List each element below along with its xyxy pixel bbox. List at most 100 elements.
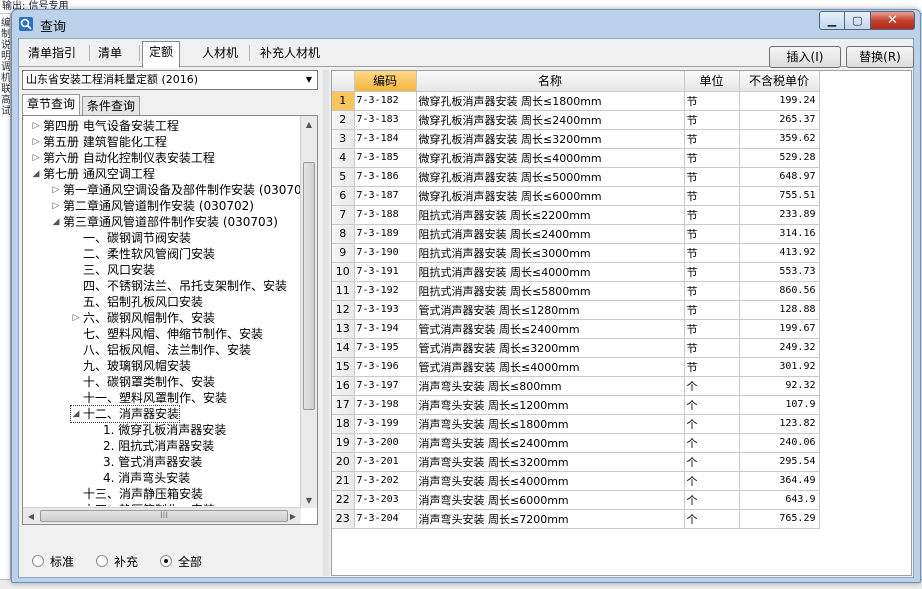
table-row[interactable]: 20 7-3-201 消声弯头安装 周长≤3200mm 个 295.54 [332,452,820,472]
tree-node[interactable]: ▷ 六、碳钢风帽制作、安装 [71,310,215,326]
tree-node[interactable]: 一、碳钢调节阀安装 [71,230,191,246]
tree-node[interactable]: 十一、塑料风罩制作、安装 [71,390,227,406]
table-row[interactable]: 2 7-3-183 微穿孔板消声器安装 周长≤2400mm 节 265.37 [332,110,820,130]
cell-name[interactable]: 微穿孔板消声器安装 周长≤3200mm [416,129,685,149]
table-row[interactable]: 14 7-3-195 管式消声器安装 周长≤3200mm 节 249.32 [332,338,820,358]
expand-toggle-icon[interactable]: ▷ [31,118,41,134]
scroll-down-arrow-icon[interactable]: ▼ [301,492,317,508]
tab-labor-material-machine[interactable]: 人材机 [195,42,245,64]
cell-name[interactable]: 消声弯头安装 周长≤800mm [416,376,685,396]
collapse-toggle-icon[interactable]: ◢ [51,214,61,230]
table-row[interactable]: 7 7-3-188 阻抗式消声器安装 周长≤2200mm 节 233.89 [332,205,820,225]
cell-price[interactable]: 314.16 [739,224,820,244]
tree-node[interactable]: ▷ 第二章通风管道制作安装 (030702) [51,198,254,214]
radio-dot[interactable] [32,555,44,567]
cell-price[interactable]: 529.28 [739,148,820,168]
column-header-unit[interactable]: 单位 [684,71,740,92]
cell-code[interactable]: 7-3-196 [354,357,417,377]
tab-quota[interactable]: 定额 [142,41,181,68]
cell-name[interactable]: 微穿孔板消声器安装 周长≤2400mm [416,110,685,130]
tab-list-guide[interactable]: 清单指引 [21,42,83,64]
tree-node[interactable]: ▷ 第一章通风空调设备及部件制作安装 (030701 [51,182,301,198]
cell-name[interactable]: 管式消声器安装 周长≤1280mm [416,300,685,320]
table-row[interactable]: 15 7-3-196 管式消声器安装 周长≤4000mm 节 301.92 [332,357,820,377]
row-number[interactable]: 19 [332,433,355,453]
tree-node[interactable]: 三、风口安装 [71,262,155,278]
tree-node[interactable]: 3. 管式消声器安装 [91,454,202,470]
cell-code[interactable]: 7-3-201 [354,452,417,472]
cell-unit[interactable]: 节 [684,338,740,358]
tree-node[interactable]: 十四、静压箱制作、安装 [71,502,215,506]
cell-code[interactable]: 7-3-189 [354,224,417,244]
tree-node[interactable]: 四、不锈钢法兰、吊托支架制作、安装 [71,278,287,294]
cell-price[interactable]: 295.54 [739,452,820,472]
table-row[interactable]: 23 7-3-204 消声弯头安装 周长≤7200mm 个 765.29 [332,509,820,529]
cell-unit[interactable]: 节 [684,224,740,244]
quota-library-select[interactable]: 山东省安装工程消耗量定额 (2016) ▼ [22,70,318,90]
table-row[interactable]: 11 7-3-192 阻抗式消声器安装 周长≤5800mm 节 860.56 [332,281,820,301]
cell-code[interactable]: 7-3-204 [354,509,417,529]
row-number[interactable]: 1 [332,91,355,111]
title-bar[interactable]: 查询 ▁ ▢ ✕ [12,10,920,38]
tree-node[interactable]: ▷ 第六册 自动化控制仪表安装工程 [31,150,215,166]
cell-code[interactable]: 7-3-192 [354,281,417,301]
cell-unit[interactable]: 个 [684,395,740,415]
scroll-left-arrow-icon[interactable]: ◀ [23,508,39,524]
cell-code[interactable]: 7-3-203 [354,490,417,510]
tree-node[interactable]: ▷ 第五册 建筑智能化工程 [31,134,167,150]
table-row[interactable]: 4 7-3-185 微穿孔板消声器安装 周长≤4000mm 节 529.28 [332,148,820,168]
cell-code[interactable]: 7-3-202 [354,471,417,491]
tree-node[interactable]: 1. 微穿孔板消声器安装 [91,422,226,438]
cell-unit[interactable]: 个 [684,490,740,510]
table-row[interactable]: 10 7-3-191 阻抗式消声器安装 周长≤4000mm 节 553.73 [332,262,820,282]
row-number[interactable]: 23 [332,509,355,529]
cell-price[interactable]: 553.73 [739,262,820,282]
table-row[interactable]: 18 7-3-199 消声弯头安装 周长≤1800mm 个 123.82 [332,414,820,434]
cell-code[interactable]: 7-3-186 [354,167,417,187]
tree-node[interactable]: ◢ 第七册 通风空调工程 [31,166,155,182]
row-number[interactable]: 13 [332,319,355,339]
maximize-button[interactable]: ▢ [845,11,871,30]
cell-name[interactable]: 管式消声器安装 周长≤3200mm [416,338,685,358]
cell-unit[interactable]: 节 [684,129,740,149]
column-header-price[interactable]: 不含税单价 [739,71,820,92]
cell-price[interactable]: 249.32 [739,338,820,358]
row-number[interactable]: 20 [332,452,355,472]
cell-unit[interactable]: 个 [684,433,740,453]
cell-price[interactable]: 765.29 [739,509,820,529]
cell-name[interactable]: 阻抗式消声器安装 周长≤5800mm [416,281,685,301]
cell-name[interactable]: 消声弯头安装 周长≤1200mm [416,395,685,415]
cell-unit[interactable]: 节 [684,110,740,130]
table-row[interactable]: 22 7-3-203 消声弯头安装 周长≤6000mm 个 643.9 [332,490,820,510]
row-number[interactable]: 15 [332,357,355,377]
cell-code[interactable]: 7-3-191 [354,262,417,282]
collapse-toggle-icon[interactable]: ◢ [71,406,81,422]
cell-code[interactable]: 7-3-200 [354,433,417,453]
insert-button[interactable]: 插入(I) [769,46,841,68]
table-row[interactable]: 5 7-3-186 微穿孔板消声器安装 周长≤5000mm 节 648.97 [332,167,820,187]
cell-price[interactable]: 643.9 [739,490,820,510]
scrollbar-thumb[interactable]: III [40,510,288,522]
cell-name[interactable]: 消声弯头安装 周长≤3200mm [416,452,685,472]
cell-price[interactable]: 107.9 [739,395,820,415]
table-row[interactable]: 9 7-3-190 阻抗式消声器安装 周长≤3000mm 节 413.92 [332,243,820,263]
cell-name[interactable]: 消声弯头安装 周长≤4000mm [416,471,685,491]
row-number[interactable]: 2 [332,110,355,130]
scroll-right-arrow-icon[interactable]: ▶ [285,508,301,524]
row-number[interactable]: 7 [332,205,355,225]
cell-code[interactable]: 7-3-184 [354,129,417,149]
tab-supplementary-lmm[interactable]: 补充人材机 [253,42,327,64]
cell-unit[interactable]: 个 [684,471,740,491]
row-number[interactable]: 8 [332,224,355,244]
row-number[interactable]: 17 [332,395,355,415]
tab-chapter-query[interactable]: 章节查询 [22,94,81,116]
cell-price[interactable]: 240.06 [739,433,820,453]
cell-price[interactable]: 648.97 [739,167,820,187]
cell-name[interactable]: 微穿孔板消声器安装 周长≤6000mm [416,186,685,206]
tree-node[interactable]: 十三、消声静压箱安装 [71,486,203,502]
table-row[interactable]: 13 7-3-194 管式消声器安装 周长≤2400mm 节 199.67 [332,319,820,339]
expand-toggle-icon[interactable]: ▷ [31,150,41,166]
expand-toggle-icon[interactable]: ▷ [71,310,81,326]
cell-name[interactable]: 消声弯头安装 周长≤1800mm [416,414,685,434]
collapse-toggle-icon[interactable]: ◢ [31,166,41,182]
